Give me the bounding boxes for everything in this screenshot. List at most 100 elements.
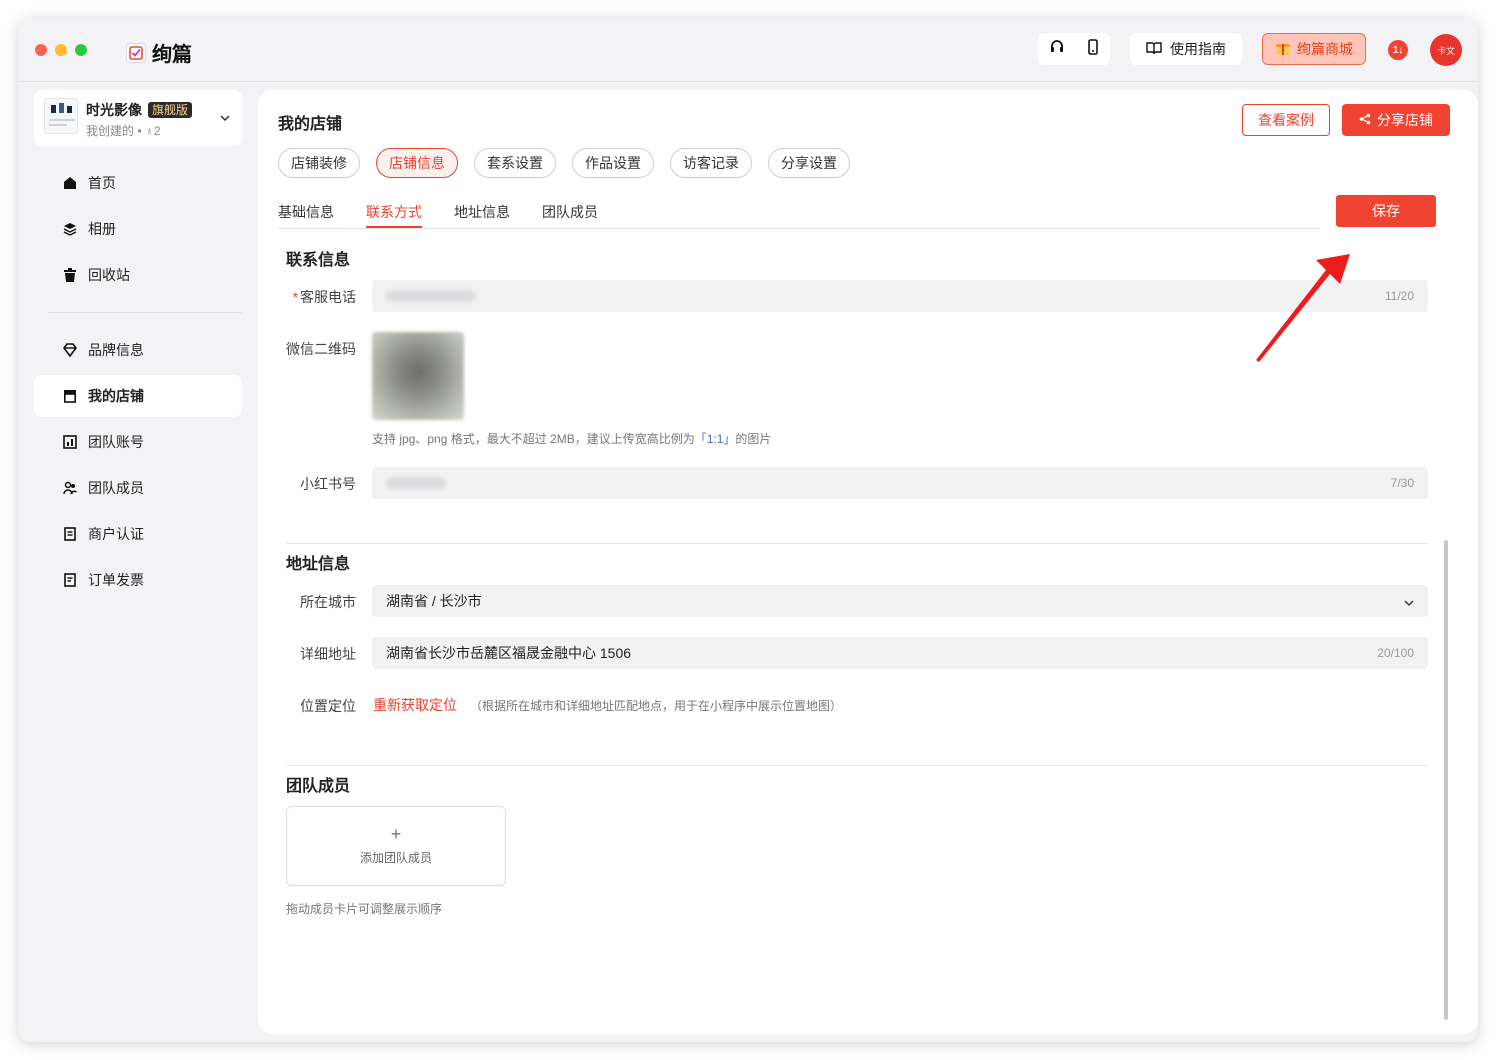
subtab-address[interactable]: 地址信息 (454, 202, 510, 222)
app-logo: 绚篇 (126, 38, 192, 67)
hint-prefix: 支持 jpg、png 格式，最大不超过 2MB，建议上传宽高比例为 (372, 432, 695, 446)
sidebar-item-team-members[interactable]: 团队成员 (34, 467, 242, 509)
sidebar-item-label: 团队成员 (88, 480, 144, 496)
share-store-label: 分享店铺 (1377, 112, 1433, 128)
layers-icon (62, 221, 78, 237)
annotation-arrow-icon (1256, 254, 1350, 362)
detail-address-char-count: 20/100 (1377, 646, 1414, 660)
view-cases-button[interactable]: 查看案例 (1242, 104, 1330, 136)
book-icon (1146, 41, 1162, 58)
chevron-down-icon (220, 110, 230, 124)
save-button[interactable]: 保存 (1336, 195, 1436, 227)
location-label: 位置定位 (300, 698, 356, 714)
title-bar: 绚篇 使用指南 绚篇商城 1↓ 卡文 (18, 18, 1478, 82)
workspace-thumbnail (44, 98, 78, 134)
app-window: 绚篇 使用指南 绚篇商城 1↓ 卡文 时光影像 旗舰版 我创建的 • ♁2 首页… (18, 18, 1478, 1042)
subtab-basic-info[interactable]: 基础信息 (278, 202, 334, 222)
add-team-member-card[interactable]: + 添加团队成员 (286, 806, 506, 886)
tab-store-decoration[interactable]: 店铺装修 (278, 148, 360, 178)
relocate-link[interactable]: 重新获取定位 (373, 695, 457, 715)
sidebar-item-home[interactable]: 首页 (34, 162, 242, 204)
section-divider (286, 543, 1428, 544)
city-select[interactable]: 湖南省 / 长沙市 (372, 585, 1428, 617)
sidebar-item-albums[interactable]: 相册 (34, 208, 242, 250)
share-store-button[interactable]: 分享店铺 (1342, 104, 1450, 136)
scrollbar[interactable] (1444, 540, 1448, 1020)
wechat-qr-image[interactable] (372, 332, 464, 420)
sidebar-item-my-store[interactable]: 我的店铺 (34, 375, 242, 417)
sidebar-divider (48, 312, 242, 313)
sidebar-item-label: 相册 (88, 221, 116, 237)
phone-value-redacted (386, 290, 476, 302)
detail-address-label: 详细地址 (300, 646, 356, 662)
sidebar-item-trash[interactable]: 回收站 (34, 254, 242, 296)
sidebar-item-invoice[interactable]: 订单发票 (34, 559, 242, 601)
mall-button[interactable]: 绚篇商城 (1262, 33, 1366, 65)
sidebar-item-label: 回收站 (88, 267, 130, 283)
tab-share-settings[interactable]: 分享设置 (768, 148, 850, 178)
xiaohongshu-label: 小红书号 (300, 476, 356, 492)
subtab-active-indicator (366, 226, 422, 228)
app-name: 绚篇 (152, 44, 192, 66)
workspace-subtitle: 我创建的 • ♁2 (86, 124, 161, 138)
avatar[interactable]: 卡文 (1430, 34, 1462, 66)
workspace-name-text: 时光影像 (86, 102, 142, 118)
detail-address-value: 湖南省长沙市岳麓区福晟金融中心 1506 (386, 645, 632, 661)
team-sort-hint: 拖动成员卡片可调整展示顺序 (286, 902, 443, 916)
subtab-team-members[interactable]: 团队成员 (542, 202, 598, 222)
contact-section-title: 联系信息 (286, 252, 351, 269)
gem-icon (62, 342, 78, 358)
sidebar-item-team-account[interactable]: 团队账号 (34, 421, 242, 463)
sidebar-item-merchant-verify[interactable]: 商户认证 (34, 513, 242, 555)
window-minimize-button[interactable] (55, 44, 67, 56)
invoice-icon (62, 572, 78, 588)
tab-store-info[interactable]: 店铺信息 (376, 148, 458, 178)
home-icon (62, 175, 78, 191)
address-section-title: 地址信息 (286, 556, 351, 573)
users-icon (62, 480, 78, 496)
plus-icon: + (390, 823, 402, 844)
main-panel: 我的店铺 查看案例 分享店铺 店铺装修 店铺信息 套系设置 作品设置 访客记录 … (258, 90, 1478, 1034)
page-title: 我的店铺 (278, 116, 343, 133)
detail-address-input[interactable]: 湖南省长沙市岳麓区福晟金融中心 1506 20/100 (372, 637, 1428, 669)
sidebar-item-label: 订单发票 (88, 572, 144, 588)
store-icon (62, 388, 78, 404)
sidebar-item-label: 商户认证 (88, 526, 144, 542)
window-zoom-button[interactable] (75, 44, 87, 56)
sidebar-item-brand[interactable]: 品牌信息 (34, 329, 242, 371)
tab-works-settings[interactable]: 作品设置 (572, 148, 654, 178)
hint-suffix: 的图片 (735, 432, 772, 446)
phone-icon[interactable] (1086, 38, 1100, 60)
plan-badge: 旗舰版 (148, 102, 193, 118)
gift-icon (1275, 40, 1291, 59)
workspace-name: 时光影像 旗舰版 (86, 100, 193, 120)
sidebar-item-label: 品牌信息 (88, 342, 144, 358)
support-toolbar (1038, 33, 1110, 65)
tab-package-settings[interactable]: 套系设置 (474, 148, 556, 178)
chevron-down-icon (1404, 593, 1414, 609)
notification-badge[interactable]: 1↓ (1388, 40, 1408, 60)
window-close-button[interactable] (35, 44, 47, 56)
share-icon (1359, 112, 1371, 128)
headset-icon[interactable] (1049, 39, 1065, 60)
sidebar-item-label: 首页 (88, 175, 116, 191)
subtab-contact[interactable]: 联系方式 (366, 202, 422, 222)
sidebar-item-label: 团队账号 (88, 434, 144, 450)
xiaohongshu-input[interactable]: 7/30 (372, 467, 1428, 499)
guide-button[interactable]: 使用指南 (1130, 33, 1242, 65)
city-label: 所在城市 (300, 594, 356, 610)
xiaohongshu-value-redacted (386, 477, 446, 489)
tab-visitor-records[interactable]: 访客记录 (670, 148, 752, 178)
section-divider (286, 765, 1428, 766)
phone-char-count: 11/20 (1384, 289, 1414, 303)
trash-icon (62, 267, 78, 283)
required-mark: * (292, 289, 298, 305)
team-section-title: 团队成员 (286, 778, 351, 795)
add-team-member-label: 添加团队成员 (359, 850, 432, 865)
xiaohongshu-char-count: 7/30 (1390, 476, 1414, 490)
sidebar-item-label: 我的店铺 (88, 388, 144, 404)
workspace-switcher[interactable]: 时光影像 旗舰版 我创建的 • ♁2 (34, 90, 242, 146)
wechat-qr-hint: 支持 jpg、png 格式，最大不超过 2MB，建议上传宽高比例为「1:1」的图… (372, 430, 771, 447)
doc-icon (62, 526, 78, 542)
phone-label-text: 客服电话 (300, 289, 356, 305)
